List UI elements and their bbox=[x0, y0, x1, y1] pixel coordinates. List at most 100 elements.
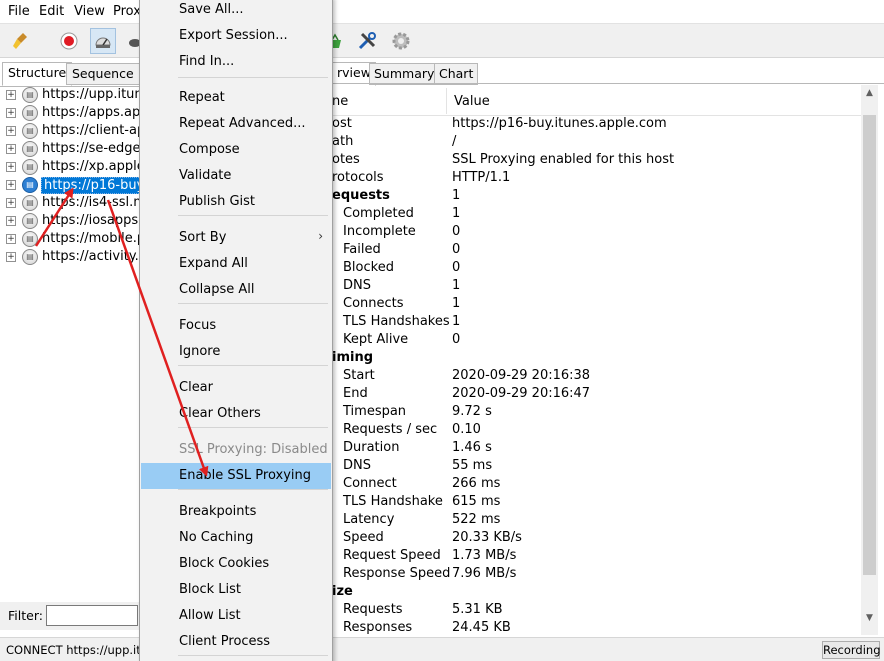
menu-item-save-all[interactable]: Save All... bbox=[141, 0, 331, 23]
submenu-arrow-icon: › bbox=[318, 229, 323, 243]
overview-row[interactable]: ost https://p16-buy.itunes.apple.com bbox=[332, 116, 862, 134]
overview-row[interactable]: Requests 5.31 KB bbox=[332, 602, 862, 620]
menu-item-sort-by[interactable]: Sort By › bbox=[141, 225, 331, 251]
overview-row[interactable]: iming bbox=[332, 350, 862, 368]
overview-row[interactable]: Completed 1 bbox=[332, 206, 862, 224]
overview-row[interactable]: Request Speed 1.73 MB/s bbox=[332, 548, 862, 566]
expand-icon[interactable]: + bbox=[6, 180, 16, 190]
overview-row[interactable]: Responses 24.45 KB bbox=[332, 620, 862, 638]
scroll-thumb[interactable] bbox=[863, 115, 876, 575]
menu-item-focus[interactable]: Focus bbox=[141, 313, 331, 339]
overview-row[interactable]: Latency 522 ms bbox=[332, 512, 862, 530]
overview-row[interactable]: Incomplete 0 bbox=[332, 224, 862, 242]
menu-item-label: Ignore bbox=[179, 344, 221, 359]
menu-item-client-process[interactable]: Client Process bbox=[141, 629, 331, 655]
expand-icon[interactable]: + bbox=[6, 198, 16, 208]
column-divider[interactable] bbox=[446, 88, 447, 114]
menu-item-validate[interactable]: Validate bbox=[141, 163, 331, 189]
overview-row[interactable]: ize bbox=[332, 584, 862, 602]
menu-item-label: Export Session... bbox=[179, 28, 288, 43]
overview-row[interactable]: Kept Alive 0 bbox=[332, 332, 862, 350]
overview-row[interactable]: Start 2020-09-29 20:16:38 bbox=[332, 368, 862, 386]
overview-row[interactable]: Duration 1.46 s bbox=[332, 440, 862, 458]
expand-icon[interactable]: + bbox=[6, 234, 16, 244]
menu-item-repeat[interactable]: Repeat bbox=[141, 85, 331, 111]
overview-row[interactable]: otes SSL Proxying enabled for this host bbox=[332, 152, 862, 170]
menu-item-compose[interactable]: Compose bbox=[141, 137, 331, 163]
tab-chart[interactable]: Chart bbox=[434, 63, 479, 85]
overview-row-value: 522 ms bbox=[452, 511, 501, 527]
settings-gear-icon[interactable] bbox=[388, 28, 414, 54]
overview-row[interactable]: End 2020-09-29 20:16:47 bbox=[332, 386, 862, 404]
overview-row[interactable]: rotocols HTTP/1.1 bbox=[332, 170, 862, 188]
overview-row[interactable]: Failed 0 bbox=[332, 242, 862, 260]
expand-icon[interactable]: + bbox=[6, 252, 16, 262]
overview-row[interactable]: Requests / sec 0.10 bbox=[332, 422, 862, 440]
overview-row[interactable]: DNS 1 bbox=[332, 278, 862, 296]
filter-input[interactable] bbox=[46, 605, 138, 626]
tools-icon[interactable] bbox=[354, 28, 380, 54]
overview-row-name: DNS bbox=[343, 277, 371, 293]
overview-row-value: 5.31 KB bbox=[452, 601, 503, 617]
menu-proxy[interactable]: Prox bbox=[113, 4, 141, 19]
menu-item-no-caching[interactable]: No Caching bbox=[141, 525, 331, 551]
scroll-down-icon[interactable]: ▼ bbox=[861, 610, 878, 627]
expand-icon[interactable]: + bbox=[6, 144, 16, 154]
expand-icon[interactable]: + bbox=[6, 126, 16, 136]
overview-row-value: 1.46 s bbox=[452, 439, 492, 455]
menu-view[interactable]: View bbox=[74, 4, 105, 19]
menu-item-clear-others[interactable]: Clear Others bbox=[141, 401, 331, 427]
overview-row[interactable]: Connects 1 bbox=[332, 296, 862, 314]
menu-item-ignore[interactable]: Ignore bbox=[141, 339, 331, 365]
overview-row-name: Kept Alive bbox=[343, 331, 409, 347]
menu-item-block-list[interactable]: Block List bbox=[141, 577, 331, 603]
menu-item-label: No Caching bbox=[179, 530, 254, 545]
scroll-up-icon[interactable]: ▲ bbox=[861, 85, 878, 102]
tab-summary[interactable]: Summary bbox=[369, 63, 440, 85]
menu-item-repeat-advanced[interactable]: Repeat Advanced... bbox=[141, 111, 331, 137]
menu-item-expand-all[interactable]: Expand All bbox=[141, 251, 331, 277]
recording-button[interactable]: Recording bbox=[822, 641, 881, 659]
expand-icon[interactable]: + bbox=[6, 162, 16, 172]
menu-item-collapse-all[interactable]: Collapse All bbox=[141, 277, 331, 303]
overview-row[interactable]: Speed 20.33 KB/s bbox=[332, 530, 862, 548]
throttle-icon[interactable] bbox=[90, 28, 116, 54]
menu-item-clear[interactable]: Clear bbox=[141, 375, 331, 401]
record-icon[interactable] bbox=[56, 28, 82, 54]
expand-icon[interactable]: + bbox=[6, 90, 16, 100]
menu-item-find-in[interactable]: Find In... bbox=[141, 49, 331, 75]
expand-icon[interactable]: + bbox=[6, 108, 16, 118]
overview-row[interactable]: Timespan 9.72 s bbox=[332, 404, 862, 422]
menu-item-publish-gist[interactable]: Publish Gist bbox=[141, 189, 331, 215]
menu-item-block-cookies[interactable]: Block Cookies bbox=[141, 551, 331, 577]
overview-row[interactable]: Response Speed 7.96 MB/s bbox=[332, 566, 862, 584]
tab-structure[interactable]: Structure bbox=[2, 62, 73, 86]
menu-edit[interactable]: Edit bbox=[39, 4, 64, 19]
menu-file[interactable]: File bbox=[8, 4, 30, 19]
column-value-header[interactable]: Value bbox=[454, 94, 490, 109]
overview-row[interactable]: TLS Handshakes 1 bbox=[332, 314, 862, 332]
tab-sequence[interactable]: Sequence bbox=[66, 63, 140, 85]
overview-row-value: https://p16-buy.itunes.apple.com bbox=[452, 115, 667, 131]
menu-item-allow-list[interactable]: Allow List bbox=[141, 603, 331, 629]
menu-item-breakpoints[interactable]: Breakpoints bbox=[141, 499, 331, 525]
column-name-header[interactable]: ne bbox=[332, 94, 348, 109]
overview-row[interactable]: equests 1 bbox=[332, 188, 862, 206]
overview-row[interactable]: Blocked 0 bbox=[332, 260, 862, 278]
overview-row-value: 2020-09-29 20:16:38 bbox=[452, 367, 591, 383]
broom-icon[interactable] bbox=[8, 28, 34, 54]
overview-row[interactable]: DNS 55 ms bbox=[332, 458, 862, 476]
overview-row-value: 55 ms bbox=[452, 457, 493, 473]
menu-item-label: Clear bbox=[179, 380, 213, 395]
menu-item-enable-ssl-proxying[interactable]: Enable SSL Proxying bbox=[141, 463, 331, 489]
overview-row[interactable]: TLS Handshake 615 ms bbox=[332, 494, 862, 512]
overview-row-name: TLS Handshake bbox=[343, 493, 443, 509]
expand-icon[interactable]: + bbox=[6, 216, 16, 226]
overview-row[interactable]: Connect 266 ms bbox=[332, 476, 862, 494]
menu-item-export-session[interactable]: Export Session... bbox=[141, 23, 331, 49]
overview-row-value: 24.45 KB bbox=[452, 619, 511, 635]
overview-row-value: 266 ms bbox=[452, 475, 501, 491]
overview-row-name: Blocked bbox=[343, 259, 394, 275]
overview-row[interactable]: ath / bbox=[332, 134, 862, 152]
vertical-scrollbar[interactable]: ▲ ▼ bbox=[861, 85, 878, 635]
